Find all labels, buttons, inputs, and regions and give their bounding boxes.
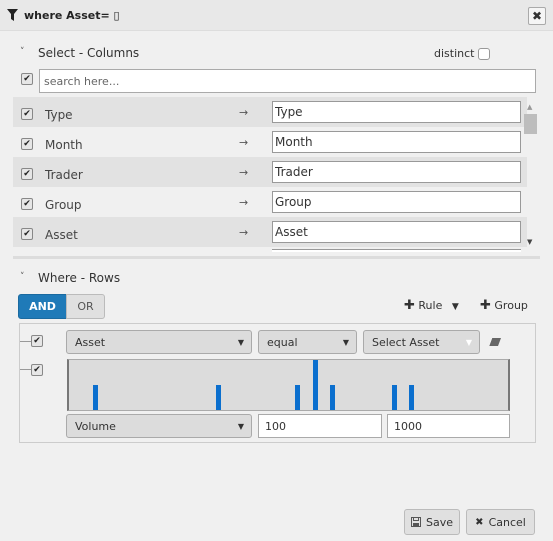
column-alias-input[interactable] [272, 221, 521, 243]
dialog-title: where Asset= ▯ [24, 9, 120, 22]
column-checkbox[interactable]: ✔ [21, 228, 33, 240]
histogram-bar [93, 385, 98, 410]
histogram-bar [330, 385, 335, 410]
close-icon: ✖ [531, 9, 543, 23]
histogram-bar [392, 385, 397, 410]
select-columns-title: Select - Columns [38, 46, 140, 60]
rule-field-value: Volume [75, 419, 116, 433]
column-alias-input[interactable] [272, 101, 521, 123]
check-icon: ✔ [23, 228, 31, 239]
column-row: ✔ Trader → [13, 157, 527, 187]
scroll-down-icon[interactable]: ▼ [527, 238, 532, 246]
check-icon: ✔ [23, 198, 31, 209]
volume-histogram-slider[interactable] [67, 359, 510, 411]
distinct-label: distinct [434, 47, 475, 60]
next-row-peek [272, 249, 521, 252]
column-checkbox[interactable]: ✔ [21, 108, 33, 120]
rule-value-placeholder: Select Asset [372, 335, 440, 349]
check-icon: ✔ [23, 73, 31, 84]
cancel-label: Cancel [488, 515, 526, 529]
arrow-right-icon: → [239, 106, 249, 119]
arrow-right-icon: → [239, 166, 249, 179]
save-button[interactable]: Save [404, 509, 460, 535]
range-max-input[interactable] [387, 414, 510, 438]
check-icon: ✔ [33, 364, 41, 375]
cancel-icon: ✖ [475, 516, 484, 528]
column-search-input[interactable] [39, 69, 536, 93]
cancel-button[interactable]: ✖ Cancel [466, 509, 535, 535]
collapse-rows-icon[interactable]: ˅ [20, 272, 25, 282]
distinct-checkbox[interactable] [478, 48, 490, 60]
add-rule-button[interactable]: ✚ Rule ▼ [404, 298, 459, 313]
check-icon: ✔ [23, 138, 31, 149]
add-rule-label: Rule [418, 299, 443, 312]
column-name: Trader [45, 168, 83, 182]
rule-operator-value: equal [267, 335, 298, 349]
column-row: ✔ Type → [13, 97, 527, 127]
column-row: ✔ Asset → [13, 217, 527, 247]
eraser-icon[interactable] [488, 337, 502, 347]
add-group-button[interactable]: ✚ Group [480, 298, 528, 313]
plus-icon: ✚ [404, 298, 415, 313]
arrow-right-icon: → [239, 136, 249, 149]
close-button[interactable]: ✖ [528, 7, 546, 25]
where-rows-title: Where - Rows [38, 271, 121, 285]
caret-down-icon: ▼ [342, 338, 349, 347]
check-icon: ✔ [33, 335, 41, 346]
filter-icon [7, 9, 18, 21]
rule-checkbox[interactable]: ✔ [31, 364, 43, 376]
rule-checkbox[interactable]: ✔ [31, 335, 43, 347]
histogram-bar [295, 385, 300, 410]
column-name: Group [45, 198, 82, 212]
add-group-label: Group [494, 299, 528, 312]
histogram-bar [216, 385, 221, 410]
rule-field-value: Asset [75, 335, 106, 349]
column-name: Asset [45, 228, 78, 242]
caret-down-icon: ▼ [237, 338, 244, 347]
column-checkbox[interactable]: ✔ [21, 198, 33, 210]
dropdown-icon[interactable]: ▼ [452, 302, 459, 312]
arrow-right-icon: → [239, 196, 249, 209]
column-checkbox[interactable]: ✔ [21, 138, 33, 150]
plus-icon: ✚ [480, 298, 491, 313]
column-row: ✔ Group → [13, 187, 527, 217]
histogram-bar [409, 385, 414, 410]
collapse-columns-icon[interactable]: ˅ [20, 47, 25, 57]
scroll-up-icon[interactable]: ▲ [527, 103, 532, 111]
column-row: ✔ Month → [13, 127, 527, 157]
save-icon [410, 517, 421, 527]
column-name: Month [45, 138, 83, 152]
select-all-checkbox[interactable]: ✔ [21, 73, 33, 85]
rule-operator-select[interactable]: equal ▼ [258, 330, 357, 354]
arrow-right-icon: → [239, 226, 249, 239]
scrollbar-thumb[interactable] [524, 114, 537, 134]
caret-down-icon: ▼ [465, 338, 472, 347]
column-alias-input[interactable] [272, 161, 521, 183]
dialog-header: where Asset= ▯ ✖ [0, 0, 553, 31]
or-toggle-button[interactable]: OR [66, 294, 105, 319]
caret-down-icon: ▼ [237, 422, 244, 431]
column-list: ✔ Type → ✔ Month → ✔ Trader → ✔ Group → … [13, 97, 527, 252]
rule-value-select[interactable]: Select Asset ▼ [363, 330, 480, 354]
column-checkbox[interactable]: ✔ [21, 168, 33, 180]
column-alias-input[interactable] [272, 191, 521, 213]
and-toggle-button[interactable]: AND [18, 294, 67, 319]
column-name: Type [45, 108, 73, 122]
check-icon: ✔ [23, 168, 31, 179]
rule-field-select[interactable]: Volume ▼ [66, 414, 252, 438]
histogram-bar [313, 360, 318, 410]
range-min-input[interactable] [258, 414, 382, 438]
rule-field-select[interactable]: Asset ▼ [66, 330, 252, 354]
column-alias-input[interactable] [272, 131, 521, 153]
save-label: Save [425, 515, 453, 529]
check-icon: ✔ [23, 108, 31, 119]
section-divider [13, 256, 540, 259]
